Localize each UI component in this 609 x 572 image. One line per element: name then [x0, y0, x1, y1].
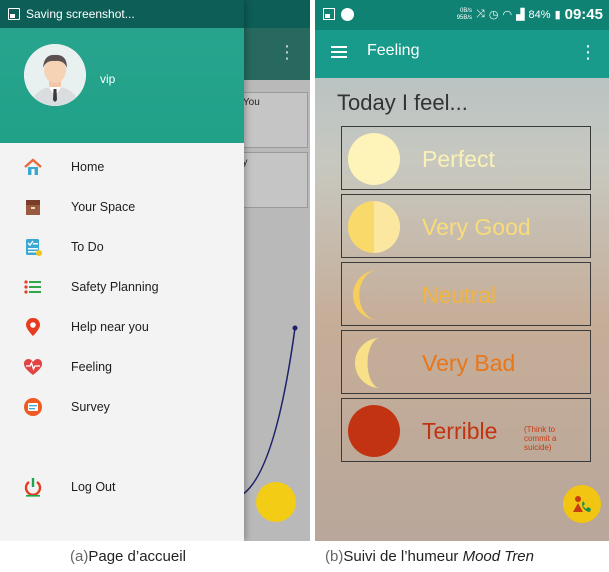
menu-item-log-out[interactable]: Log Out	[0, 467, 244, 507]
menu-item-safety-planning[interactable]: Safety Planning	[0, 267, 244, 307]
full-moon-icon	[348, 133, 400, 185]
feeling-screen: 0B/s 95B/s ⤨ ◷ ◠ ▟ 84% ▮ 09:45 Feeling ⋮…	[315, 0, 609, 541]
screenshot-icon	[8, 8, 20, 20]
caption-b: (b)Suivi de l’humeur Mood Tren	[325, 548, 534, 565]
half-moon-icon	[348, 201, 400, 253]
caption-text: Suivi de l’humeur	[343, 548, 459, 565]
mood-option-terrible[interactable]: Terrible (Think to commit a suicide)	[341, 398, 591, 462]
screenshot-icon	[323, 8, 335, 20]
alarm-icon: ◷	[488, 9, 499, 21]
phone-person-icon	[573, 496, 591, 512]
menu-item-survey[interactable]: Survey	[0, 387, 244, 427]
mood-label: Perfect	[422, 146, 495, 172]
menu-item-label: Safety Planning	[71, 280, 159, 294]
menu-item-label: Your Space	[71, 200, 136, 214]
thin-crescent-icon	[354, 338, 380, 388]
network-speed: 0B/s 95B/s	[457, 8, 472, 22]
heart-pulse-icon	[22, 356, 44, 378]
mood-label: Very Good	[422, 214, 531, 240]
menu-item-your-space[interactable]: Your Space	[0, 187, 244, 227]
caption-a: (a)Page d’accueil	[70, 548, 186, 565]
status-text: Saving screenshot...	[26, 7, 135, 21]
home-screen: ⋮ r You ey Saving screenshot...	[0, 0, 310, 541]
checklist-icon	[22, 236, 44, 258]
caption-letter: (a)	[70, 548, 89, 565]
status-bar: Saving screenshot...	[0, 0, 244, 28]
speed-up: 0B/s	[460, 7, 473, 14]
toolbar: Feeling ⋮	[315, 30, 609, 78]
mood-option-very-bad[interactable]: Very Bad	[341, 330, 591, 394]
red-circle-icon	[348, 405, 400, 457]
box-icon	[22, 196, 44, 218]
battery-icon: ▮	[554, 9, 561, 21]
overflow-menu-icon[interactable]: ⋮	[579, 42, 597, 63]
mood-label: Terrible	[422, 418, 498, 444]
caption-letter: (b)	[325, 548, 344, 565]
mood-option-neutral[interactable]: Neutral	[341, 262, 591, 326]
username: vip	[100, 72, 116, 86]
battery-level: 84%	[528, 8, 551, 21]
menu-item-label: To Do	[71, 240, 104, 254]
location-pin-icon	[22, 316, 44, 338]
menu-item-todo[interactable]: To Do	[0, 227, 244, 267]
navigation-drawer: vip Home Your Space To Do Safety Plannin…	[0, 0, 244, 541]
caption-text: Page d’accueil	[88, 548, 186, 565]
menu-item-home[interactable]: Home	[0, 147, 244, 187]
list-icon	[22, 276, 44, 298]
mood-option-very-good[interactable]: Very Good	[341, 194, 591, 258]
page-heading: Today I feel...	[337, 90, 468, 115]
menu-item-help-near-you[interactable]: Help near you	[0, 307, 244, 347]
hamburger-menu-icon[interactable]	[331, 46, 347, 59]
menu-item-label: Feeling	[71, 360, 112, 374]
speed-down: 95B/s	[456, 14, 473, 21]
wifi-icon: ◠	[502, 9, 513, 21]
mood-label: Very Bad	[422, 350, 516, 376]
messenger-icon	[341, 8, 354, 21]
mood-note: (Think to commit a suicide)	[524, 425, 557, 452]
toolbar-title: Feeling	[367, 42, 420, 59]
mood-label: Neutral	[422, 282, 497, 308]
menu-item-label: Help near you	[71, 320, 149, 334]
menu-item-feeling[interactable]: Feeling	[0, 347, 244, 387]
mood-option-perfect[interactable]: Perfect	[341, 126, 591, 190]
home-icon	[22, 156, 44, 178]
clock: 09:45	[564, 6, 603, 23]
menu-item-label: Home	[71, 160, 105, 174]
crescent-moon-icon	[352, 270, 378, 320]
caption-italic: Mood Tren	[462, 548, 534, 565]
menu-item-label: Survey	[71, 400, 110, 414]
bg-fab-button[interactable]	[256, 482, 296, 522]
mute-icon: ⤨	[476, 8, 485, 20]
overflow-menu-icon[interactable]: ⋮	[278, 42, 296, 63]
avatar[interactable]	[24, 44, 86, 106]
menu-item-label: Log Out	[71, 480, 116, 494]
status-bar: 0B/s 95B/s ⤨ ◷ ◠ ▟ 84% ▮ 09:45	[315, 0, 609, 30]
survey-icon	[22, 396, 44, 418]
power-icon	[22, 476, 44, 498]
signal-icon: ▟	[516, 9, 525, 21]
help-fab-button[interactable]	[563, 485, 601, 523]
